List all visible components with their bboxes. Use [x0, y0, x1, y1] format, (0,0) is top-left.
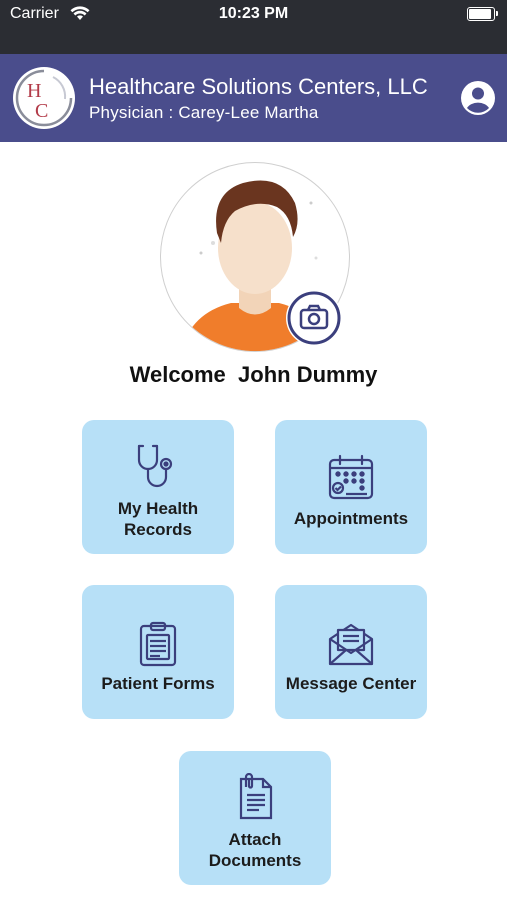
envelope-icon	[328, 623, 374, 666]
profile-button[interactable]	[460, 80, 496, 116]
user-name: John Dummy	[238, 362, 378, 387]
clinic-logo: H C	[13, 67, 75, 129]
user-account-icon	[461, 81, 495, 115]
attach-document-icon	[239, 773, 273, 820]
tile-label: Message Center	[285, 674, 417, 693]
svg-text:H: H	[27, 80, 41, 102]
tile-label-line2: Documents	[208, 851, 302, 870]
appointments-tile[interactable]: Appointments	[275, 420, 427, 554]
change-photo-button[interactable]	[286, 290, 342, 346]
stethoscope-icon	[137, 444, 173, 488]
tile-label-line1: Attach	[228, 830, 282, 849]
welcome-message: Welcome John Dummy	[0, 362, 507, 388]
calendar-icon	[328, 454, 374, 500]
clipboard-icon	[139, 621, 177, 667]
welcome-prefix: Welcome	[129, 362, 226, 387]
tile-label-line1: My Health	[117, 499, 199, 518]
tile-label: Appointments	[293, 509, 409, 528]
health-records-tile[interactable]: My Health Records	[82, 420, 234, 554]
status-bar: Carrier 10:23 PM	[0, 0, 507, 54]
app-header: H C Healthcare Solutions Centers, LLC Ph…	[0, 54, 507, 142]
message-center-tile[interactable]: Message Center	[275, 585, 427, 719]
battery-icon	[467, 7, 498, 21]
tile-label-line2: Records	[123, 520, 193, 539]
attach-documents-tile[interactable]: Attach Documents	[179, 751, 331, 885]
clock-time: 10:23 PM	[218, 5, 289, 22]
tile-label: Patient Forms	[101, 674, 215, 693]
header-title: Healthcare Solutions Centers, LLC	[89, 74, 428, 99]
patient-forms-tile[interactable]: Patient Forms	[82, 585, 234, 719]
physician-label: Physician : Carey-Lee Martha	[89, 103, 319, 122]
svg-text:C: C	[35, 100, 48, 122]
camera-icon	[287, 291, 341, 345]
